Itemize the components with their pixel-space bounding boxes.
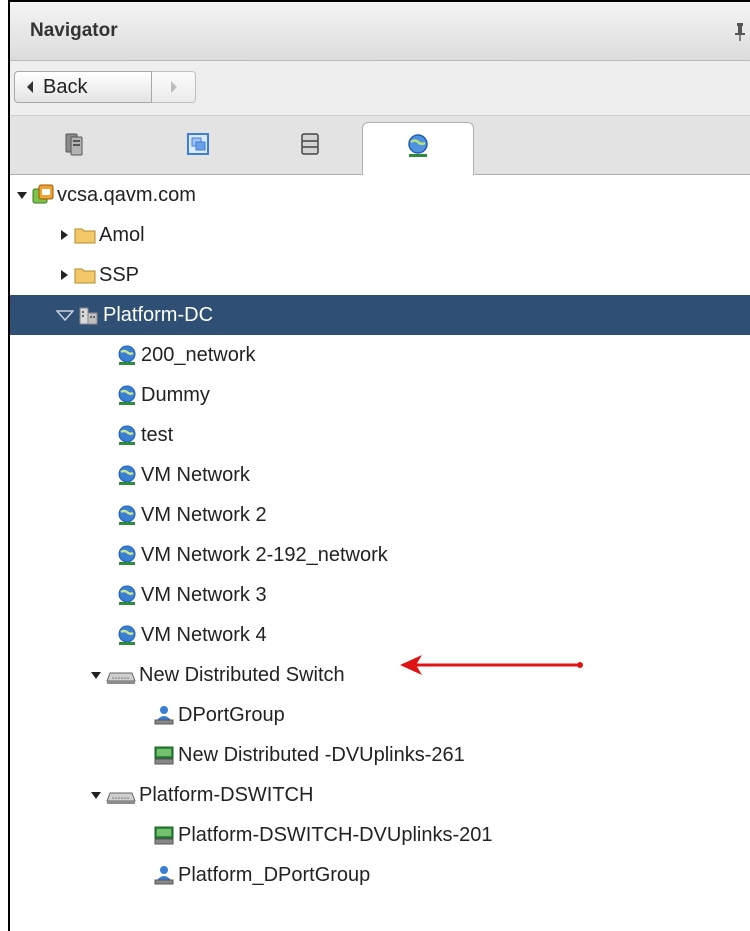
tree-node-distributed-switch[interactable]: Platform-DSWITCH xyxy=(10,775,750,815)
tree-node-network[interactable]: Dummy xyxy=(10,375,750,415)
tree-node-label: Platform-DSWITCH-DVUplinks-201 xyxy=(178,823,493,846)
back-button[interactable]: Back xyxy=(14,71,152,103)
tab-storage[interactable] xyxy=(260,122,360,174)
folder-icon xyxy=(74,268,96,284)
expand-chevron-icon[interactable] xyxy=(56,309,74,321)
tree-node-vcenter[interactable]: vcsa.qavm.com xyxy=(10,175,750,215)
uplinks-icon xyxy=(154,826,174,845)
network-icon xyxy=(118,465,136,485)
network-icon xyxy=(118,505,136,525)
tree-node-network[interactable]: VM Network 2 xyxy=(10,495,750,535)
vcenter-icon xyxy=(32,184,54,204)
collapse-chevron-icon[interactable] xyxy=(58,269,70,281)
tree-node-label: VM Network 2-192_network xyxy=(141,543,388,566)
tree-node-portgroup[interactable]: DPortGroup xyxy=(10,695,750,735)
collapse-chevron-icon[interactable] xyxy=(58,229,70,241)
annotation-arrow-icon xyxy=(400,655,583,675)
tree-node-label: vcsa.qavm.com xyxy=(57,183,196,206)
distributed-switch-icon xyxy=(106,792,136,804)
panel-title: Navigator xyxy=(30,20,118,41)
tree-node-label: Amol xyxy=(99,223,145,246)
tree-node-label: Platform_DPortGroup xyxy=(178,863,371,886)
forward-arrow-icon xyxy=(170,81,177,93)
expand-chevron-icon[interactable] xyxy=(90,789,102,801)
tree-node-label: VM Network xyxy=(141,463,250,486)
tree-node-label: VM Network 3 xyxy=(141,583,267,606)
tree-node-label: New Distributed Switch xyxy=(139,663,345,686)
tree-node-label: VM Network 2 xyxy=(141,503,267,526)
tree-node-label: SSP xyxy=(99,263,140,286)
tree-node-network[interactable]: VM Network 2-192_network xyxy=(10,535,750,575)
inventory-tree: vcsa.qavm.com Amol SSP Platform-DC 200_n… xyxy=(10,175,750,895)
tree-node-uplinks[interactable]: New Distributed -DVUplinks-261 xyxy=(10,735,750,775)
tree-node-portgroup[interactable]: Platform_DPortGroup xyxy=(10,855,750,895)
storage-icon xyxy=(301,133,319,155)
expand-chevron-icon[interactable] xyxy=(16,189,28,201)
hosts-clusters-icon xyxy=(65,133,83,156)
tree-node-network[interactable]: VM Network xyxy=(10,455,750,495)
tree-node-label: VM Network 4 xyxy=(141,623,267,646)
network-icon xyxy=(118,345,136,365)
network-icon xyxy=(118,625,136,645)
network-icon xyxy=(118,385,136,405)
tree-node-label: Platform-DC xyxy=(103,303,214,326)
tree-node-network[interactable]: 200_network xyxy=(10,335,750,375)
tab-hosts-and-clusters[interactable] xyxy=(24,122,124,174)
back-arrow-icon xyxy=(27,81,33,93)
folder-icon xyxy=(74,228,96,244)
tree-node-label: Platform-DSWITCH xyxy=(139,783,314,806)
datacenter-icon xyxy=(79,307,98,325)
history-nav: Back xyxy=(10,61,750,116)
network-icon xyxy=(118,425,136,445)
tree-node-label: DPortGroup xyxy=(178,703,285,726)
pin-icon[interactable] xyxy=(734,22,746,42)
forward-button[interactable] xyxy=(152,71,196,103)
portgroup-icon xyxy=(154,706,174,725)
vms-templates-icon xyxy=(187,133,209,155)
tree-node-network[interactable]: VM Network 3 xyxy=(10,575,750,615)
distributed-switch-icon xyxy=(106,672,136,684)
tree-node-label: test xyxy=(141,423,174,446)
tree-node-distributed-switch[interactable]: New Distributed Switch xyxy=(10,655,750,695)
tree-node-folder-amol[interactable]: Amol xyxy=(10,215,750,255)
tree-node-label: New Distributed -DVUplinks-261 xyxy=(178,743,465,766)
network-icon xyxy=(118,545,136,565)
inventory-tabs xyxy=(10,116,750,175)
tree-node-label: Dummy xyxy=(141,383,210,406)
tab-vms-and-templates[interactable] xyxy=(148,122,248,174)
tree-node-folder-ssp[interactable]: SSP xyxy=(10,255,750,295)
navigator-panel: Navigator Back vcsa.qavm.com Amol SSP Pl… xyxy=(8,0,750,931)
expand-chevron-icon[interactable] xyxy=(90,669,102,681)
back-button-label: Back xyxy=(43,75,88,98)
network-icon xyxy=(408,134,428,157)
portgroup-icon xyxy=(154,866,174,885)
tree-node-label: 200_network xyxy=(141,343,256,366)
tree-node-network[interactable]: test xyxy=(10,415,750,455)
network-icon xyxy=(118,585,136,605)
tab-networking[interactable] xyxy=(362,122,474,175)
tree-node-uplinks[interactable]: Platform-DSWITCH-DVUplinks-201 xyxy=(10,815,750,855)
tree-node-datacenter[interactable]: Platform-DC xyxy=(10,295,750,335)
panel-header: Navigator xyxy=(10,2,750,61)
uplinks-icon xyxy=(154,746,174,765)
tree-node-network[interactable]: VM Network 4 xyxy=(10,615,750,655)
